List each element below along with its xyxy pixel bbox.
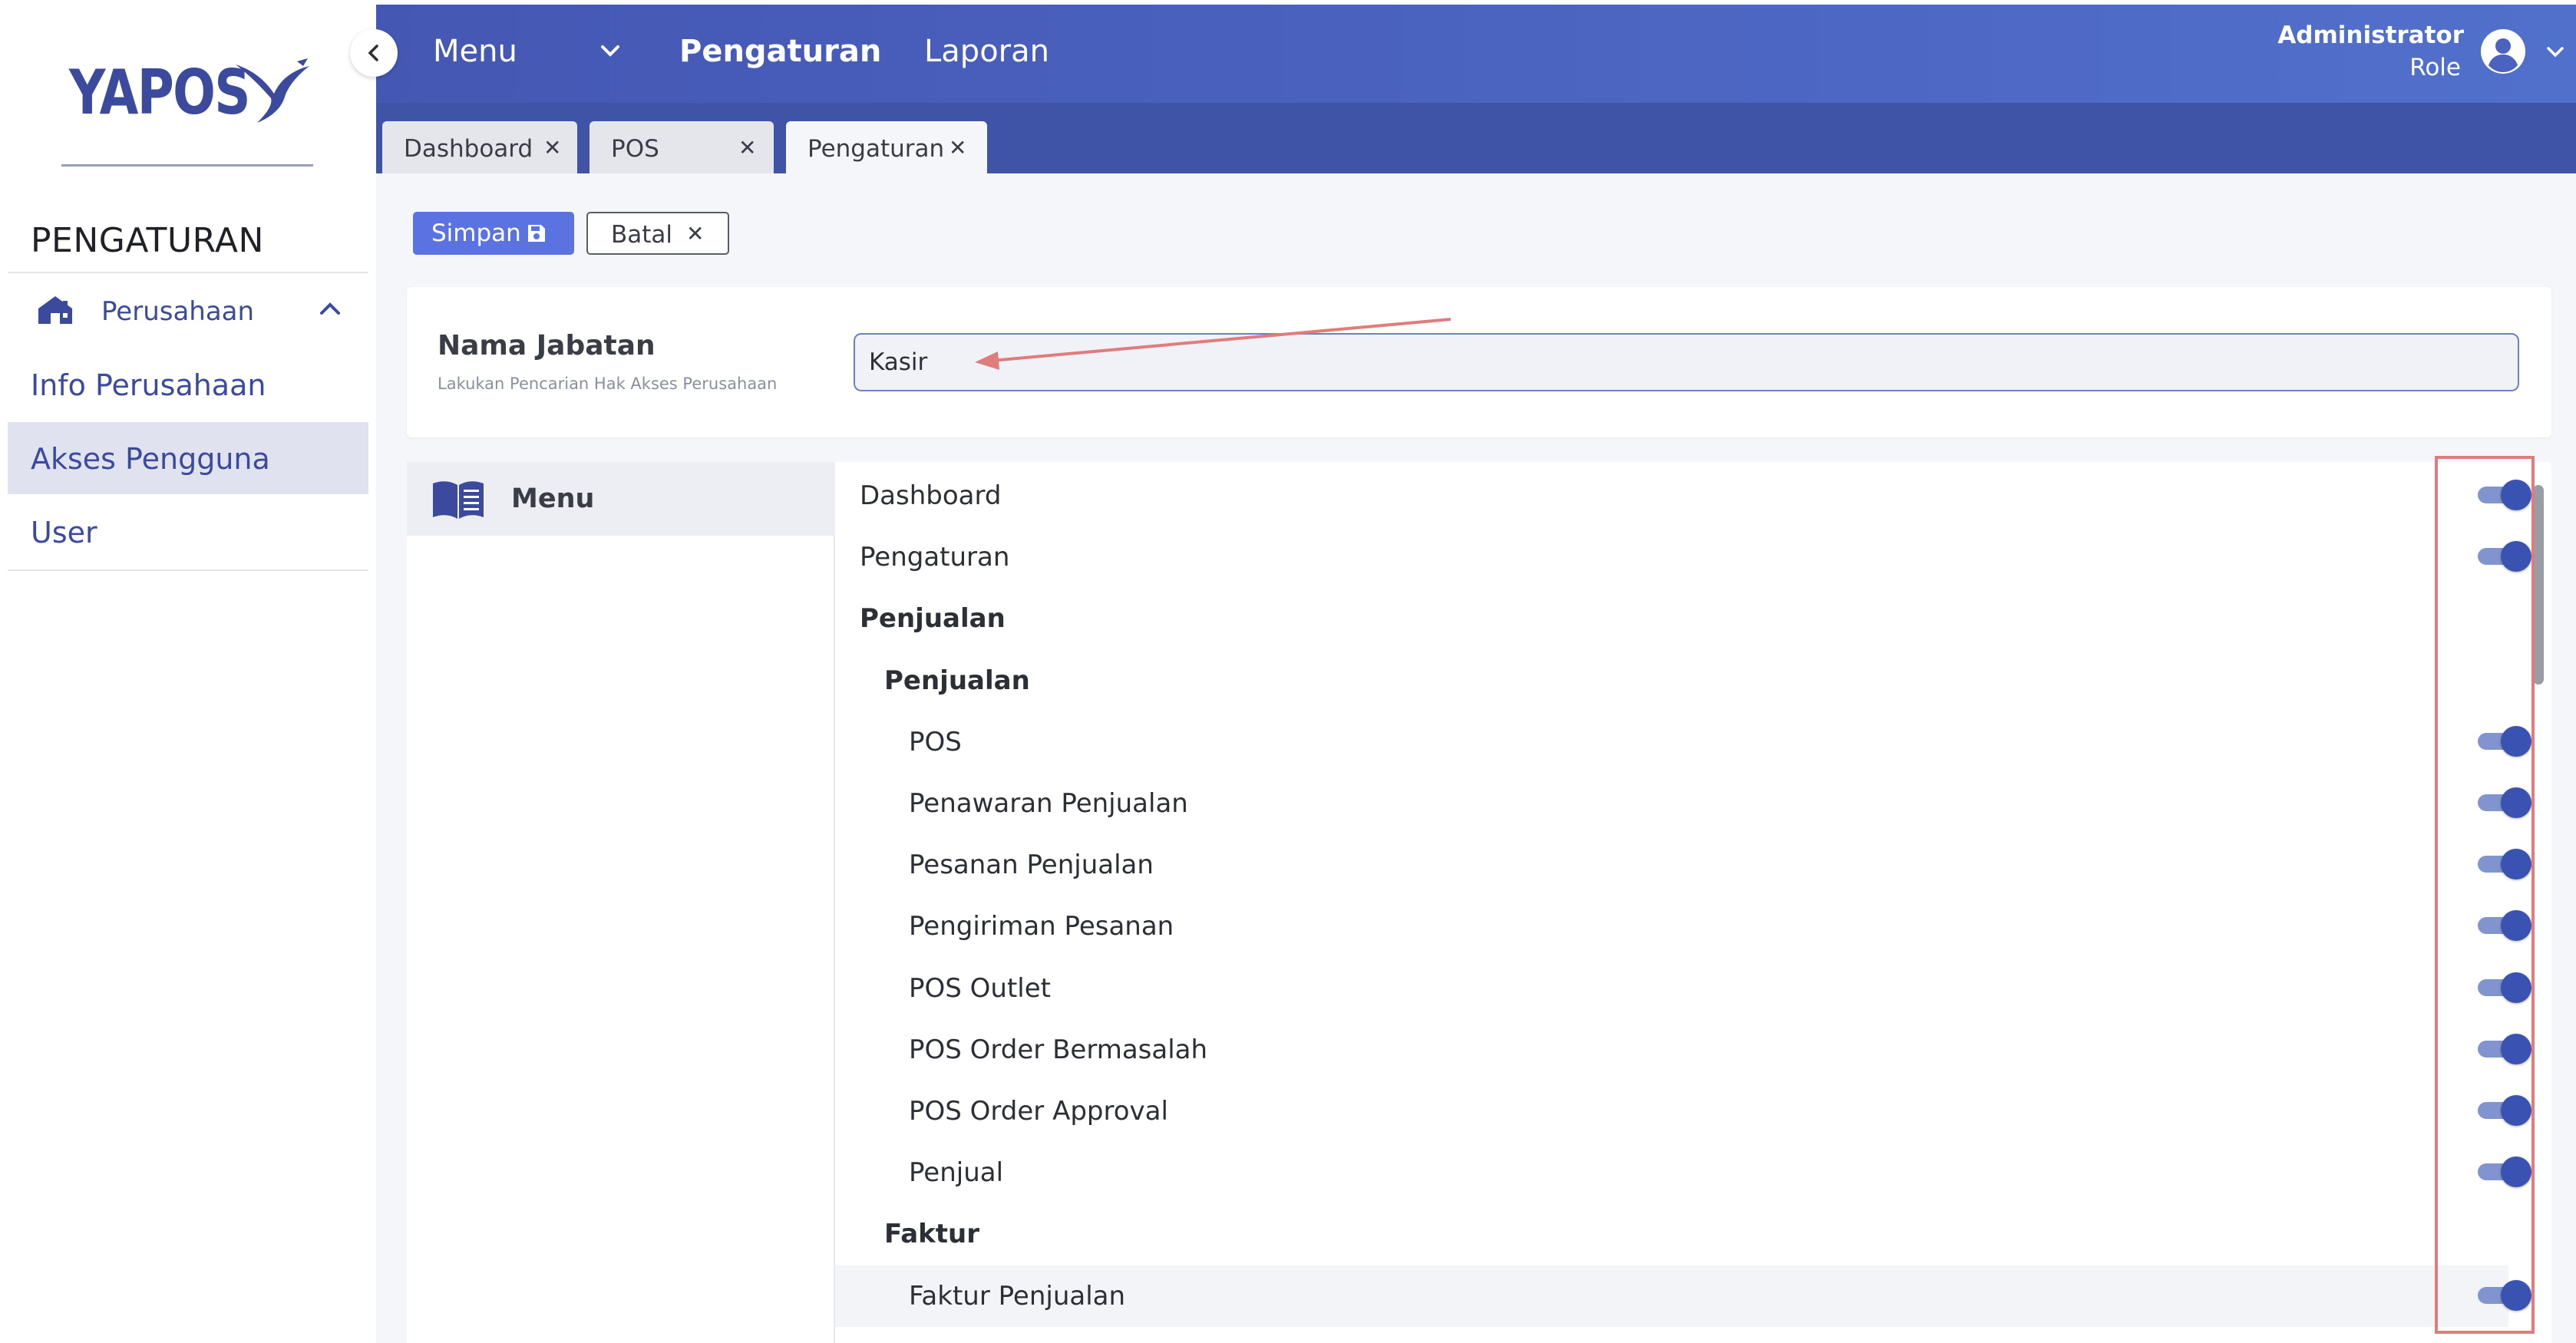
header-nav-pengaturan[interactable]: Pengaturan: [679, 34, 881, 69]
sidebar-item-label: Perusahaan: [101, 296, 255, 327]
divider: [8, 569, 368, 571]
floppy-disk-icon: [528, 225, 545, 242]
menu-panel-header[interactable]: Menu: [407, 462, 835, 536]
access-row-label: POS: [909, 727, 962, 757]
divider: [8, 272, 368, 273]
access-row-label: POS Order Approval: [909, 1096, 1168, 1127]
tab-strip: Dashboard ✕ POS ✕ Pengaturan ✕: [376, 103, 2576, 173]
cancel-button-label: Batal: [611, 221, 673, 249]
top-header: Menu Pengaturan Laporan Administrator Ro…: [376, 5, 2576, 103]
app-logo[interactable]: YAPOS: [69, 46, 315, 138]
user-avatar-icon[interactable]: [2479, 28, 2527, 75]
chevron-left-icon: [368, 45, 378, 61]
cancel-button[interactable]: Batal ✕: [586, 212, 729, 255]
logo-divider: [61, 164, 313, 167]
access-row: Penjualan: [835, 650, 2508, 711]
tab-pengaturan[interactable]: Pengaturan ✕: [786, 121, 987, 173]
access-row-label: Faktur Penjualan: [909, 1281, 1126, 1312]
access-row-label: Penawaran Penjualan: [909, 788, 1188, 819]
access-row: POS Outlet: [835, 958, 2531, 1019]
access-row-label: POS Order Bermasalah: [909, 1034, 1208, 1065]
annotation-highlight-box: [2435, 456, 2535, 1334]
bird-logo-icon: [236, 58, 309, 123]
access-rows: Dashboard Pengaturan Penjualan Penjualan POS…: [835, 462, 2551, 1343]
menu-panel-title: Menu: [511, 483, 595, 514]
access-row: Pengiriman Pesanan: [835, 896, 2531, 957]
tab-label: Dashboard: [404, 135, 533, 163]
close-icon[interactable]: ✕: [543, 135, 561, 160]
sidebar-item-label: User: [31, 516, 97, 549]
home-icon: [38, 296, 72, 324]
access-row: POS Order Bermasalah: [835, 1019, 2531, 1081]
save-button[interactable]: Simpan: [413, 212, 574, 255]
access-row-label: Pengiriman Pesanan: [909, 911, 1174, 942]
access-row: Faktur: [835, 1203, 2508, 1265]
access-row-label: POS Outlet: [909, 973, 1051, 1004]
access-row-label: Penjual: [909, 1157, 1004, 1188]
tab-label: POS: [611, 135, 659, 163]
access-row-label: Pesanan Penjualan: [909, 850, 1154, 880]
scrollbar[interactable]: [2533, 485, 2544, 685]
access-row-label: Dashboard: [860, 480, 1002, 511]
access-row: POS: [835, 711, 2531, 773]
role-name-label: Nama Jabatan: [438, 330, 656, 361]
access-row-label: Penjualan: [860, 603, 1006, 634]
sidebar-item-user[interactable]: User: [8, 496, 368, 568]
sidebar-item-label: Akses Pengguna: [31, 442, 270, 476]
access-row: Penawaran Penjualan: [835, 773, 2531, 834]
sidebar-item-label: Info Perusahaan: [31, 368, 266, 402]
sidebar-item-akses-pengguna[interactable]: Akses Pengguna: [8, 422, 368, 494]
access-row: Penjualan: [835, 588, 2508, 649]
header-menu-dropdown[interactable]: Menu: [433, 34, 517, 69]
close-icon[interactable]: ✕: [949, 135, 966, 160]
access-row-label: Pengaturan: [860, 542, 1010, 573]
access-row: Faktur Penjualan: [835, 1265, 2531, 1327]
user-role[interactable]: Role: [2409, 54, 2461, 81]
access-row: Pesanan Penjualan: [835, 834, 2531, 896]
access-row: POS Order Approval: [835, 1081, 2531, 1142]
save-button-label: Simpan: [431, 219, 521, 247]
close-icon: ✕: [686, 221, 705, 246]
user-name[interactable]: Administrator: [2277, 21, 2464, 49]
sidebar: YAPOS PENGATURAN Perusahaan Info Perusah…: [0, 0, 376, 1343]
access-row: Penjual: [835, 1142, 2531, 1203]
close-icon[interactable]: ✕: [738, 135, 756, 160]
chevron-up-icon[interactable]: [319, 299, 342, 318]
sidebar-item-perusahaan[interactable]: Perusahaan: [8, 278, 368, 345]
chevron-down-icon[interactable]: [2545, 45, 2565, 60]
menu-panel: Menu: [407, 462, 835, 1343]
header-nav-laporan[interactable]: Laporan: [924, 34, 1049, 69]
role-name-input[interactable]: [854, 333, 2519, 391]
collapse-sidebar-button[interactable]: [350, 29, 398, 77]
book-open-icon: [433, 481, 484, 519]
sidebar-section-title: PENGATURAN: [31, 221, 264, 260]
tab-label: Pengaturan: [807, 135, 945, 163]
access-row-label: Penjualan: [884, 665, 1030, 696]
main-content: Simpan Batal ✕ Nama Jabatan Lakukan Penc…: [376, 173, 2576, 1343]
logo-text: YAPOS: [69, 56, 251, 128]
tab-pos[interactable]: POS ✕: [590, 121, 774, 173]
chevron-down-icon[interactable]: [599, 43, 622, 60]
role-name-hint: Lakukan Pencarian Hak Akses Perusahaan: [438, 375, 778, 393]
access-row-label: Faktur: [884, 1219, 980, 1249]
sidebar-item-info-perusahaan[interactable]: Info Perusahaan: [8, 348, 368, 421]
access-row: Pengaturan: [835, 526, 2531, 588]
access-row: Dashboard: [835, 465, 2531, 526]
access-card: Menu Dashboard Pengaturan Penjualan Penjual…: [407, 462, 2551, 1343]
tab-dashboard[interactable]: Dashboard ✕: [382, 121, 577, 173]
role-form-card: Nama Jabatan Lakukan Pencarian Hak Akses…: [407, 287, 2551, 437]
